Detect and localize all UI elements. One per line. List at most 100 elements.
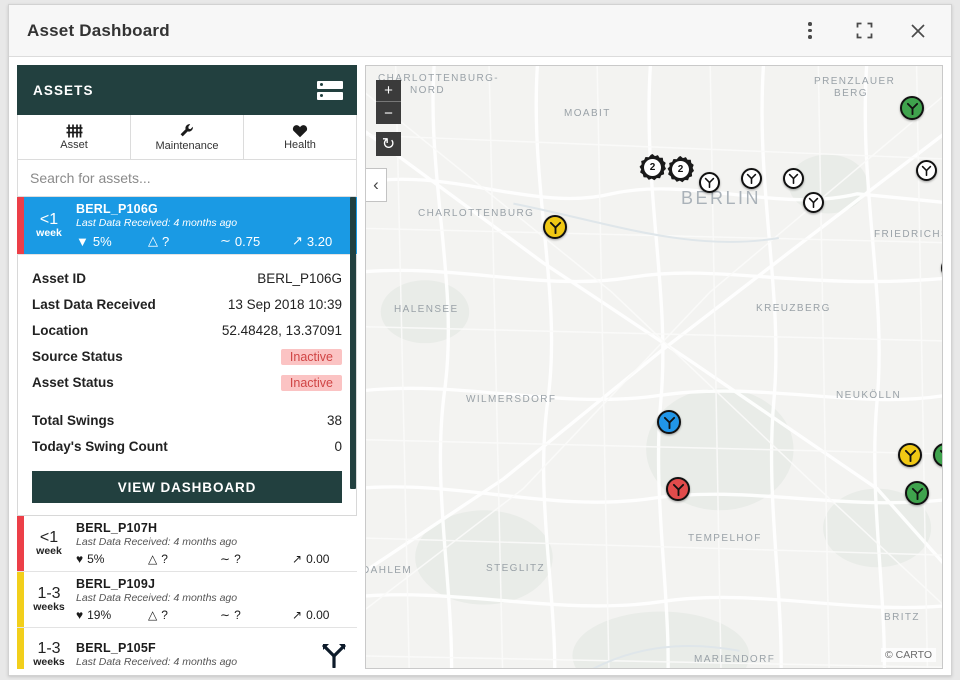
detail-value: 0 xyxy=(334,439,342,454)
close-button[interactable] xyxy=(905,18,931,44)
asset-marker-yellow-1[interactable] xyxy=(543,215,567,239)
wrench-icon xyxy=(179,123,195,139)
asset-summary: BERL_P107H Last Data Received: 4 months … xyxy=(74,516,357,571)
triangle-icon: △ xyxy=(148,552,157,566)
search-input[interactable] xyxy=(18,160,356,196)
asset-marker-yellow-2[interactable] xyxy=(898,443,922,467)
asset-last-data-label: Last Data Received: 4 months ago xyxy=(76,592,357,604)
asset-age: 1-3 weeks xyxy=(24,572,74,627)
asset-cluster-1[interactable]: 2 xyxy=(639,154,666,181)
asset-age-unit: week xyxy=(36,546,62,557)
map-label: NEUKÖLLN xyxy=(836,390,901,401)
map-label: KREUZBERG xyxy=(756,303,831,314)
app-body: ASSETS Asset Mai xyxy=(9,57,951,675)
asset-list-item[interactable]: 1-3 weeks BERL_P105F Last Data Received:… xyxy=(17,628,357,669)
map-label: TEMPELHOF xyxy=(688,533,762,544)
asset-marker-red-1[interactable] xyxy=(666,477,690,501)
arrow-up-right-icon: ↗ xyxy=(292,608,302,622)
map-label: MARIENDORF xyxy=(694,654,775,665)
title-bar: Asset Dashboard xyxy=(9,5,951,57)
heart-icon xyxy=(292,124,308,138)
asset-marker-white-2[interactable] xyxy=(741,168,762,189)
page-title: Asset Dashboard xyxy=(27,21,170,41)
metric-trend: ↗0.00 xyxy=(292,608,357,622)
fork-y-icon xyxy=(921,165,932,176)
asset-marker-white-5[interactable] xyxy=(916,160,937,181)
asset-id-label: BERL_P109J xyxy=(76,577,357,591)
metric-health: ♥5% xyxy=(76,552,148,566)
detail-key: Asset Status xyxy=(32,375,114,390)
detail-divider xyxy=(32,395,342,407)
asset-list-item[interactable]: <1 week BERL_P107H Last Data Received: 4… xyxy=(17,516,357,572)
age-indicator-bar xyxy=(17,516,24,571)
heart-icon: ▼ xyxy=(76,234,89,249)
metric-average-value: ? xyxy=(234,608,241,622)
metric-delta-value: ? xyxy=(161,608,168,622)
tab-asset-label: Asset xyxy=(60,139,88,151)
asset-marker-green-1[interactable] xyxy=(900,96,924,120)
asset-id-label: BERL_P107H xyxy=(76,521,357,535)
zoom-out-button[interactable]: − xyxy=(376,102,401,124)
asset-marker-blue-1[interactable] xyxy=(657,410,681,434)
collapse-sidebar-button[interactable]: ‹ xyxy=(366,168,387,202)
metric-trend-value: 0.00 xyxy=(306,552,329,566)
metric-average-value: ? xyxy=(234,552,241,566)
asset-summary: BERL_P106G Last Data Received: 4 months … xyxy=(74,197,357,254)
asset-metrics: ♥19% △? ∼? ↗0.00 xyxy=(76,608,357,622)
tab-health[interactable]: Health xyxy=(244,115,356,159)
detail-value: 52.48428, 13.37091 xyxy=(222,323,342,338)
cluster-count: 2 xyxy=(672,161,689,178)
sidebar-scrollbar-thumb[interactable] xyxy=(350,197,356,489)
map-label: NORD xyxy=(410,85,445,96)
asset-age-value: 1-3 xyxy=(37,641,60,658)
fork-y-icon xyxy=(904,449,917,462)
fork-y-icon xyxy=(906,102,919,115)
kebab-icon xyxy=(808,22,812,39)
asset-marker-white-3[interactable] xyxy=(783,168,804,189)
sidebar-scrollbar-track[interactable] xyxy=(350,197,357,669)
detail-key: Asset ID xyxy=(32,271,86,286)
map-attribution[interactable]: © CARTO xyxy=(881,648,936,662)
tilde-icon: ∼ xyxy=(220,233,231,249)
window-actions xyxy=(797,18,937,44)
tilde-icon: ∼ xyxy=(220,608,230,622)
metric-average-value: 0.75 xyxy=(235,234,260,249)
map-panel[interactable]: CHARLOTTENBURG- NORD MOABIT PRENZLAUER B… xyxy=(365,65,943,669)
detail-row: Asset Status Inactive xyxy=(32,369,342,395)
more-options-button[interactable] xyxy=(797,18,823,44)
heart-icon: ♥ xyxy=(76,552,83,566)
asset-age-value: 1-3 xyxy=(37,586,60,603)
asset-marker-white-4[interactable] xyxy=(803,192,824,213)
fork-y-icon xyxy=(788,173,799,184)
fork-y-icon xyxy=(808,197,819,208)
asset-age-unit: weeks xyxy=(33,657,65,668)
asset-list-item[interactable]: 1-3 weeks BERL_P109J Last Data Received:… xyxy=(17,572,357,628)
detail-key: Location xyxy=(32,323,88,338)
detail-value: 38 xyxy=(327,413,342,428)
view-dashboard-button[interactable]: VIEW DASHBOARD xyxy=(32,471,342,503)
arrow-up-right-icon: ↗ xyxy=(292,552,302,566)
asset-list-item[interactable]: <1 week BERL_P106G Last Data Received: 4… xyxy=(17,197,357,255)
zoom-in-button[interactable]: + xyxy=(376,80,401,102)
tab-maintenance[interactable]: Maintenance xyxy=(131,115,244,159)
assets-panel-header: ASSETS xyxy=(17,65,357,115)
reset-view-button[interactable]: ↻ xyxy=(376,132,401,156)
detail-value: Inactive xyxy=(281,375,342,390)
metric-trend: ↗3.20 xyxy=(292,233,357,249)
fork-y-icon xyxy=(672,483,685,496)
fullscreen-button[interactable] xyxy=(851,18,877,44)
detail-value: BERL_P106G xyxy=(257,271,342,286)
list-rack-icon[interactable] xyxy=(317,79,343,101)
metric-trend-value: 3.20 xyxy=(307,234,332,249)
detail-key: Source Status xyxy=(32,349,123,364)
asset-age-value: <1 xyxy=(40,530,58,547)
detail-key: Total Swings xyxy=(32,413,114,428)
asset-marker-white-1[interactable] xyxy=(699,172,720,193)
metric-delta: △? xyxy=(148,608,220,622)
detail-key: Today's Swing Count xyxy=(32,439,168,454)
tab-asset[interactable]: Asset xyxy=(18,115,131,159)
asset-marker-green-4[interactable] xyxy=(905,481,929,505)
asset-id-label: BERL_P105F xyxy=(76,641,307,655)
asset-cluster-2[interactable]: 2 xyxy=(667,156,694,183)
asset-list-scroll: <1 week BERL_P106G Last Data Received: 4… xyxy=(17,197,357,669)
